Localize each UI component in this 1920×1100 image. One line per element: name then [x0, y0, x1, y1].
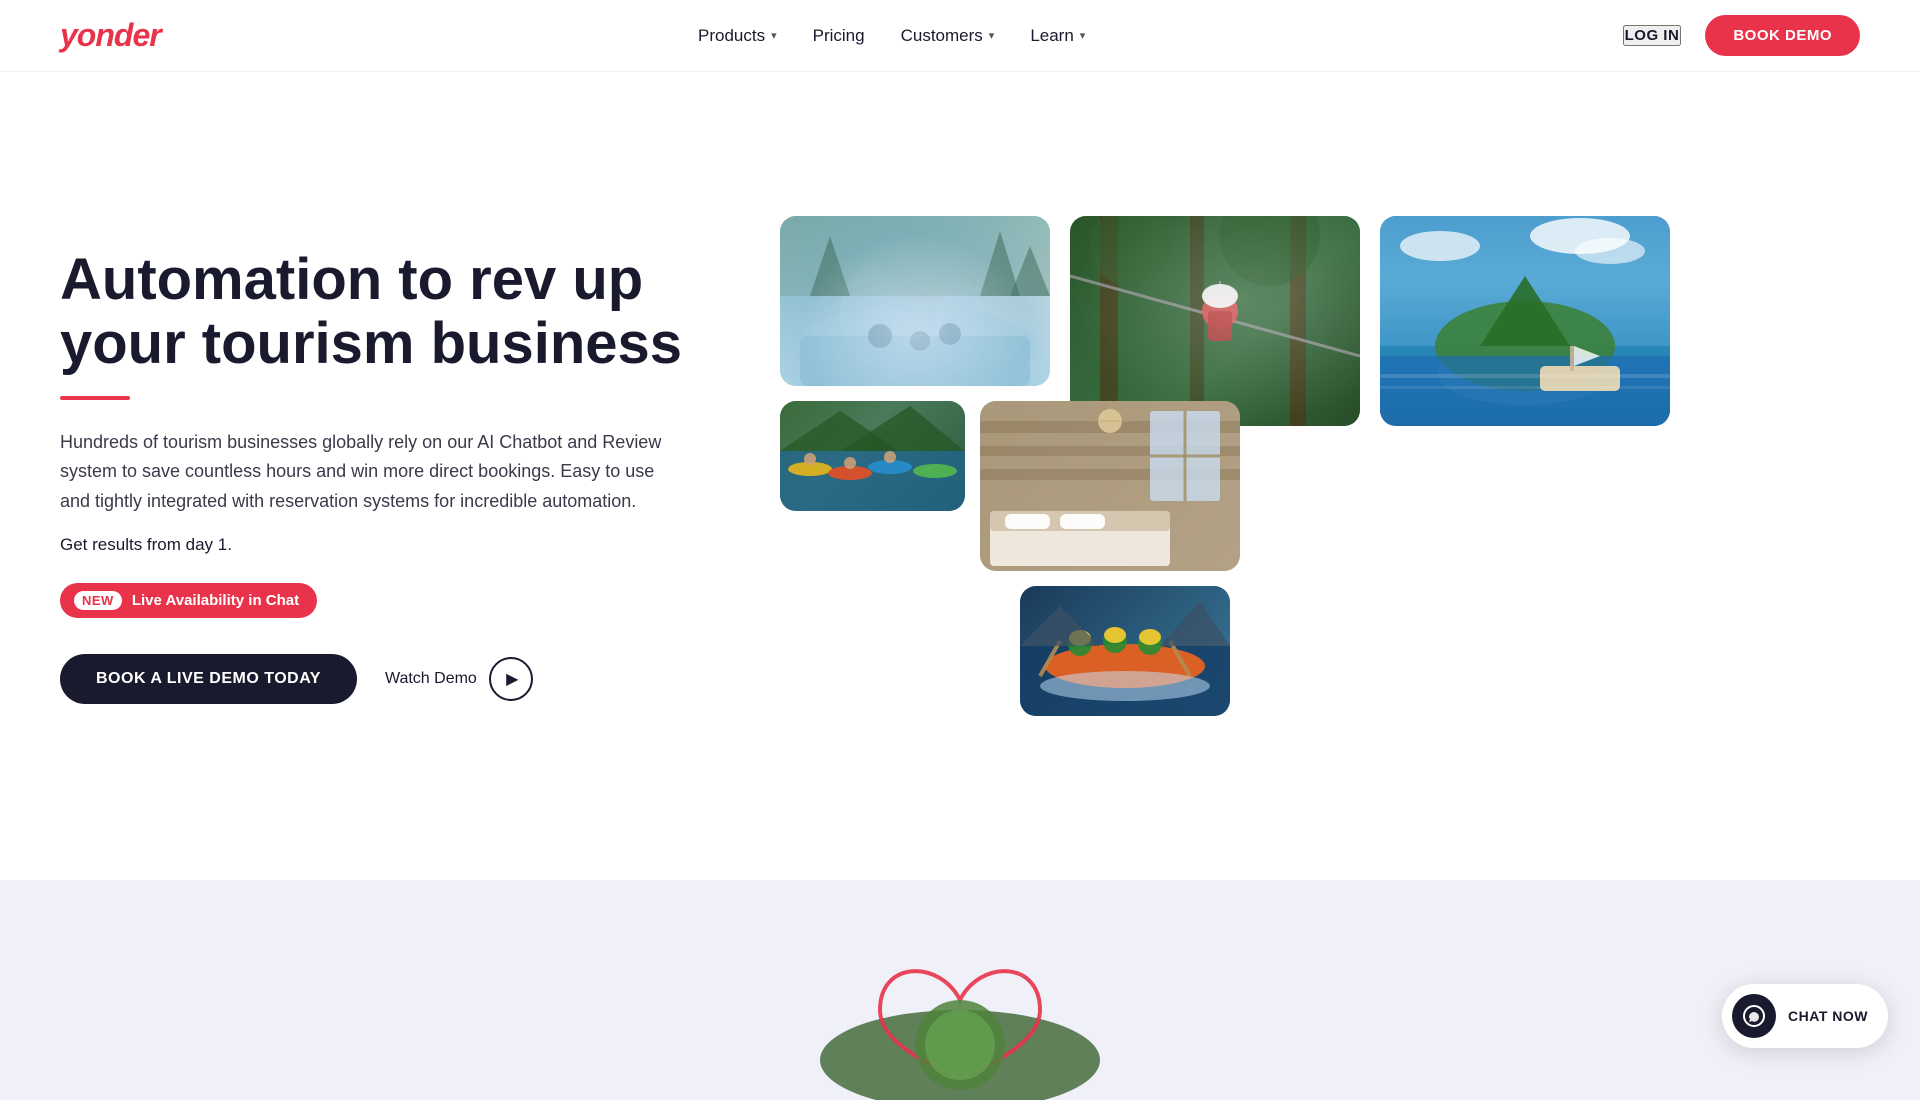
hero-section: Automation to rev up your tourism busine… — [0, 72, 1920, 880]
bottom-section — [0, 880, 1920, 1100]
play-button[interactable]: ▶ — [489, 657, 533, 701]
hero-cta-group: BOOK A LIVE DEMO TODAY Watch Demo ▶ — [60, 654, 740, 704]
book-demo-hero-button[interactable]: BOOK A LIVE DEMO TODAY — [60, 654, 357, 704]
nav-customers-label: Customers — [901, 26, 983, 46]
book-demo-nav-button[interactable]: BOOK DEMO — [1705, 15, 1860, 56]
new-feature-badge[interactable]: NEW Live Availability in Chat — [60, 583, 317, 618]
chevron-down-icon: ▾ — [1080, 29, 1086, 42]
nav-products[interactable]: Products ▾ — [698, 26, 777, 46]
tourism-image-zipline — [1070, 216, 1360, 426]
chat-now-label: CHAT NOW — [1788, 1008, 1868, 1024]
nav-customers[interactable]: Customers ▾ — [901, 26, 995, 46]
tourism-image-rafting — [1020, 586, 1230, 716]
nav-products-label: Products — [698, 26, 765, 46]
chevron-down-icon: ▾ — [989, 29, 995, 42]
tourism-image-hotel-room — [980, 401, 1240, 571]
hero-divider — [60, 396, 130, 400]
watch-demo-label: Watch Demo — [385, 670, 477, 688]
logo[interactable]: yonder — [60, 17, 161, 54]
chat-now-widget[interactable]: CHAT NOW — [1722, 984, 1888, 1048]
badge-feature-text: Live Availability in Chat — [132, 592, 299, 609]
tourism-image-hotsprings — [780, 216, 1050, 386]
hero-tagline: Get results from day 1. — [60, 535, 740, 555]
login-button[interactable]: LOG IN — [1623, 25, 1682, 46]
tourism-image-island — [1380, 216, 1670, 426]
watch-demo-button[interactable]: Watch Demo ▶ — [385, 657, 533, 701]
chat-icon — [1732, 994, 1776, 1038]
nav-actions: LOG IN BOOK DEMO — [1623, 15, 1860, 56]
hero-description: Hundreds of tourism businesses globally … — [60, 428, 680, 517]
chevron-down-icon: ▾ — [771, 29, 777, 42]
badge-new-label: NEW — [74, 591, 122, 610]
nav-pricing[interactable]: Pricing — [813, 26, 865, 46]
hero-content: Automation to rev up your tourism busine… — [60, 248, 740, 704]
navigation: yonder Products ▾ Pricing Customers ▾ Le… — [0, 0, 1920, 72]
nav-learn-label: Learn — [1030, 26, 1073, 46]
play-icon: ▶ — [506, 669, 518, 689]
nav-links: Products ▾ Pricing Customers ▾ Learn ▾ — [698, 26, 1085, 46]
hero-title: Automation to rev up your tourism busine… — [60, 248, 740, 376]
hero-image-collage — [780, 216, 1860, 736]
nav-pricing-label: Pricing — [813, 26, 865, 46]
tourism-image-kayak — [780, 401, 965, 511]
nav-learn[interactable]: Learn ▾ — [1030, 26, 1085, 46]
bottom-preview-image — [800, 940, 1120, 1100]
